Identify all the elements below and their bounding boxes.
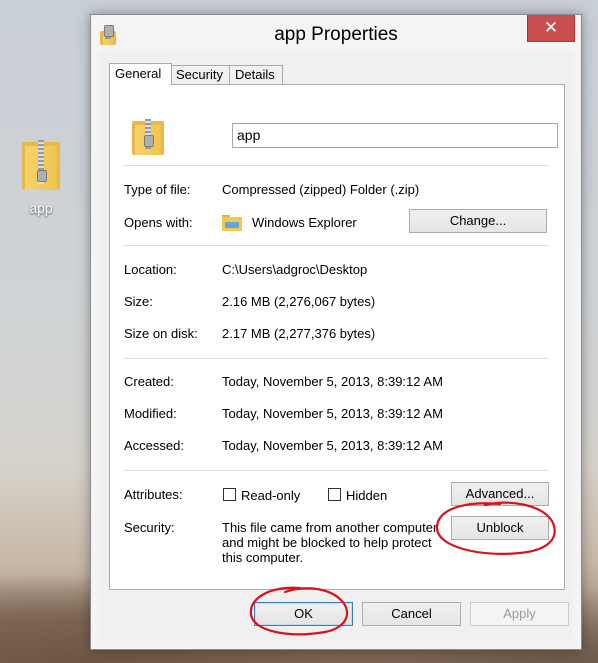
readonly-label[interactable]: Read-only (241, 488, 300, 503)
advanced-button[interactable]: Advanced... (451, 482, 549, 506)
tab-general[interactable]: General (109, 63, 172, 85)
dialog-client: General Security Details app Type of fil… (99, 51, 573, 641)
modified-value: Today, November 5, 2013, 8:39:12 AM (222, 406, 443, 421)
accessed-value: Today, November 5, 2013, 8:39:12 AM (222, 438, 443, 453)
type-of-file-value: Compressed (zipped) Folder (.zip) (222, 182, 420, 197)
opens-with-value: Windows Explorer (252, 215, 357, 230)
apply-button[interactable]: Apply (470, 602, 569, 626)
tab-details[interactable]: Details (229, 65, 283, 84)
divider (124, 470, 548, 471)
tab-security[interactable]: Security (170, 65, 230, 84)
ok-button[interactable]: OK (254, 602, 353, 626)
accessed-label: Accessed: (124, 438, 184, 453)
zip-folder-icon (22, 136, 60, 190)
location-value: C:\Users\adgroc\Desktop (222, 262, 368, 277)
general-panel: app Type of file: Compressed (zipped) Fo… (109, 84, 565, 590)
divider (124, 358, 548, 359)
title-bar[interactable]: app Properties ✕ (91, 15, 581, 51)
modified-label: Modified: (124, 406, 177, 421)
divider (124, 245, 548, 246)
window-title: app Properties (274, 24, 398, 45)
size-label: Size: (124, 294, 153, 309)
security-label: Security: (124, 520, 175, 535)
opens-with-label: Opens with: (124, 215, 193, 230)
created-label: Created: (124, 374, 174, 389)
desktop-zip-icon[interactable]: app (14, 136, 68, 216)
change-button[interactable]: Change... (409, 209, 547, 233)
hidden-checkbox[interactable] (328, 488, 341, 501)
size-on-disk-value: 2.17 MB (2,277,376 bytes) (222, 326, 376, 341)
location-label: Location: (124, 262, 177, 277)
hidden-label[interactable]: Hidden (346, 488, 387, 503)
divider (124, 165, 548, 166)
desktop-icon-label: app (29, 200, 53, 216)
properties-window: app Properties ✕ General Security Detail… (90, 14, 582, 650)
size-value: 2.16 MB (2,276,067 bytes) (222, 294, 376, 309)
readonly-checkbox[interactable] (223, 488, 236, 501)
type-of-file-label: Type of file: (124, 182, 191, 197)
windows-explorer-icon (222, 215, 242, 231)
created-value: Today, November 5, 2013, 8:39:12 AM (222, 374, 443, 389)
security-message: This file came from another computer and… (222, 520, 438, 565)
attributes-label: Attributes: (124, 487, 183, 502)
unblock-button[interactable]: Unblock (451, 516, 549, 540)
close-icon: ✕ (543, 18, 559, 37)
size-on-disk-label: Size on disk: (124, 326, 198, 341)
file-name-input[interactable]: app (232, 123, 558, 148)
cancel-button[interactable]: Cancel (362, 602, 461, 626)
zip-folder-large-icon (132, 115, 164, 155)
close-button[interactable]: ✕ (527, 15, 575, 42)
